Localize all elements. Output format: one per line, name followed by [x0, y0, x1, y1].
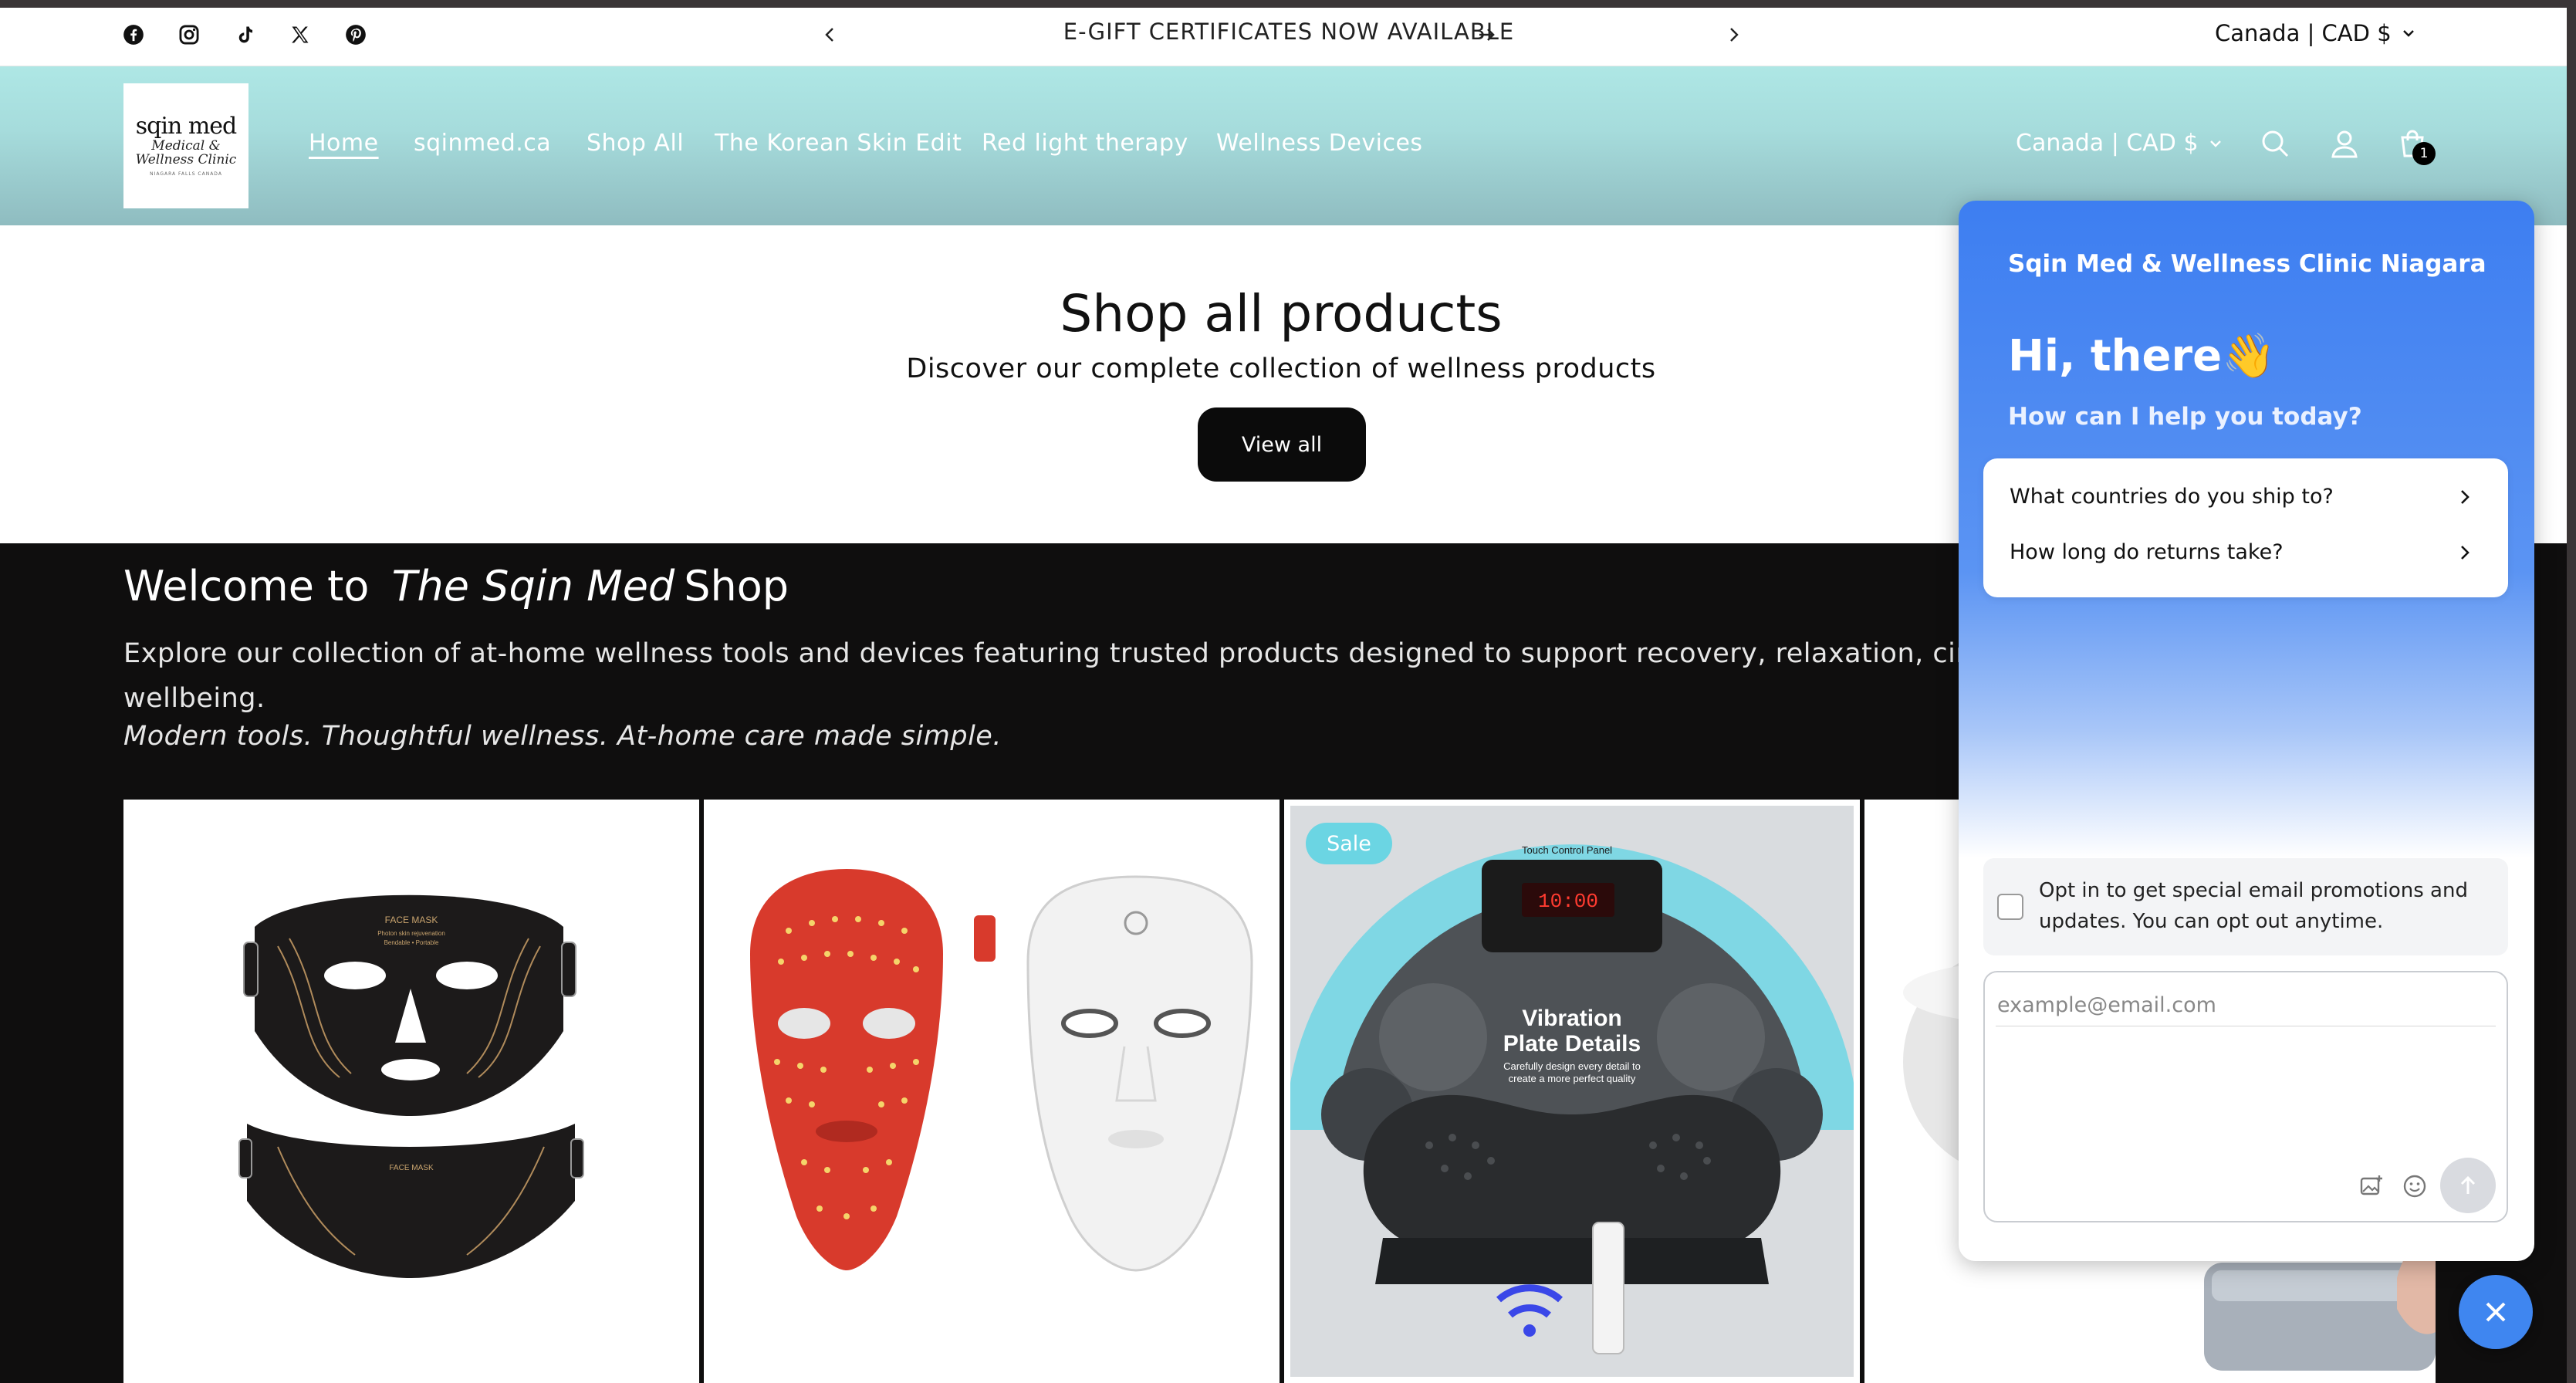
nav-shop-all[interactable]: Shop All	[587, 130, 684, 157]
faq-item-shipping[interactable]: What countries do you ship to?	[2010, 485, 2473, 509]
header-locale-label: Canada | CAD $	[2016, 130, 2199, 157]
chevron-down-icon	[2402, 30, 2414, 37]
arrow-up-icon	[2460, 1175, 2476, 1194]
announcement-next-button[interactable]	[1722, 22, 1746, 48]
welcome-heading: Welcome to The Sqin Med Shop	[123, 562, 789, 610]
tiktok-icon[interactable]	[233, 23, 256, 46]
close-icon	[2486, 1302, 2506, 1322]
facebook-icon[interactable]	[122, 23, 145, 46]
chevron-right-icon	[2461, 489, 2470, 504]
x-icon[interactable]	[289, 23, 312, 46]
window-frame-top	[0, 0, 2576, 8]
faq-item-label: How long do returns take?	[2010, 540, 2284, 564]
email-field[interactable]	[1996, 985, 2496, 1026]
vibration-desc-1: Carefully design every detail to	[1503, 1060, 1641, 1072]
announcement-prev-button[interactable]	[818, 22, 841, 48]
led-masks-image	[750, 869, 1253, 1272]
account-icon[interactable]	[2328, 127, 2361, 161]
welcome-description-line2: wellbeing.	[123, 683, 265, 714]
vibration-heading-1: Vibration	[1522, 1006, 1621, 1031]
announcement-text[interactable]: E-GIFT CERTIFICATES NOW AVAILABLE	[1050, 19, 1528, 45]
welcome-description-line1: Explore our collection of at-home wellne…	[123, 638, 1960, 669]
chevron-down-icon	[2209, 140, 2221, 147]
logo-wordmark: sqin med	[135, 112, 237, 140]
welcome-description: Explore our collection of at-home wellne…	[123, 631, 1960, 721]
vibration-desc-2: create a more perfect quality	[1509, 1073, 1636, 1084]
top-locale-selector[interactable]: Canada | CAD $	[2215, 20, 2439, 46]
nav-korean-skin-edit[interactable]: The Korean Skin Edit	[715, 130, 962, 157]
nav-wellness-devices[interactable]: Wellness Devices	[1216, 130, 1423, 157]
product-card-led-masks[interactable]	[704, 800, 1280, 1383]
sale-badge: Sale	[1306, 823, 1392, 864]
logo-location: NIAGARA FALLS CANADA	[150, 171, 222, 178]
product-card-face-mask[interactable]: FACE MASK Photon skin rejuvenation Benda…	[123, 800, 699, 1383]
top-locale-label: Canada | CAD $	[2215, 20, 2392, 46]
optin-text: Opt in to get special email promotions a…	[2039, 879, 2468, 933]
site-logo[interactable]: sqin med Medical & Wellness Clinic NIAGA…	[123, 83, 248, 208]
logo-subtitle: Medical & Wellness Clinic	[135, 137, 237, 167]
product-card-vibration-plate[interactable]: 10:00 Vibration Plate Details Carefully …	[1284, 800, 1860, 1383]
mask-sub: Photon skin rejuvenation	[377, 930, 445, 937]
vibration-plate-image: 10:00 Vibration Plate Details Carefully …	[1290, 806, 1854, 1377]
label-touch-panel: Touch Control Panel	[1522, 844, 1612, 856]
instagram-icon[interactable]	[177, 23, 201, 46]
header-locale-selector[interactable]: Canada | CAD $	[2016, 130, 2223, 157]
neck-mask-label: FACE MASK	[389, 1164, 434, 1172]
welcome-prefix: Welcome to	[123, 562, 370, 610]
nav-home[interactable]: Home	[309, 130, 379, 157]
emoji-icon[interactable]	[2402, 1173, 2428, 1199]
send-button[interactable]	[2440, 1158, 2496, 1213]
nav-sqinmed[interactable]: sqinmed.ca	[414, 130, 551, 157]
nav-red-light-therapy[interactable]: Red light therapy	[982, 130, 1188, 157]
chat-close-button[interactable]	[2459, 1275, 2533, 1349]
mask-label: FACE MASK	[385, 915, 438, 925]
arrow-right-icon	[1476, 23, 1499, 46]
faq-item-returns[interactable]: How long do returns take?	[2010, 540, 2473, 564]
window-frame-right	[2567, 0, 2576, 1383]
welcome-tagline: Modern tools. Thoughtful wellness. At-ho…	[123, 721, 1002, 752]
welcome-brand: The Sqin Med	[391, 562, 675, 610]
vibration-heading-2: Plate Details	[1503, 1031, 1641, 1057]
chevron-right-icon	[2461, 545, 2470, 560]
display-time: 10:00	[1538, 890, 1598, 913]
search-icon[interactable]	[2258, 127, 2292, 161]
page-subtitle: Discover our complete collection of well…	[906, 353, 1656, 384]
faq-item-label: What countries do you ship to?	[2010, 485, 2334, 509]
page-title: Shop all products	[1060, 284, 1503, 343]
mask-sub2: Bendable • Portable	[384, 939, 439, 946]
attach-image-icon[interactable]	[2358, 1173, 2385, 1199]
chat-faq-box	[1983, 458, 2508, 597]
chat-help-text: How can I help you today?	[2008, 403, 2362, 431]
cart-count-badge: 1	[2412, 142, 2436, 165]
welcome-suffix: Shop	[684, 562, 789, 610]
view-all-button[interactable]: View all	[1198, 407, 1366, 482]
face-mask-image: FACE MASK Photon skin rejuvenation Benda…	[238, 894, 584, 1278]
pinterest-icon[interactable]	[344, 23, 367, 46]
chat-greeting: Hi, there👋	[2008, 331, 2276, 381]
optin-checkbox[interactable]	[1997, 894, 2023, 920]
chat-organization-name: Sqin Med & Wellness Clinic Niagara	[2008, 250, 2486, 278]
